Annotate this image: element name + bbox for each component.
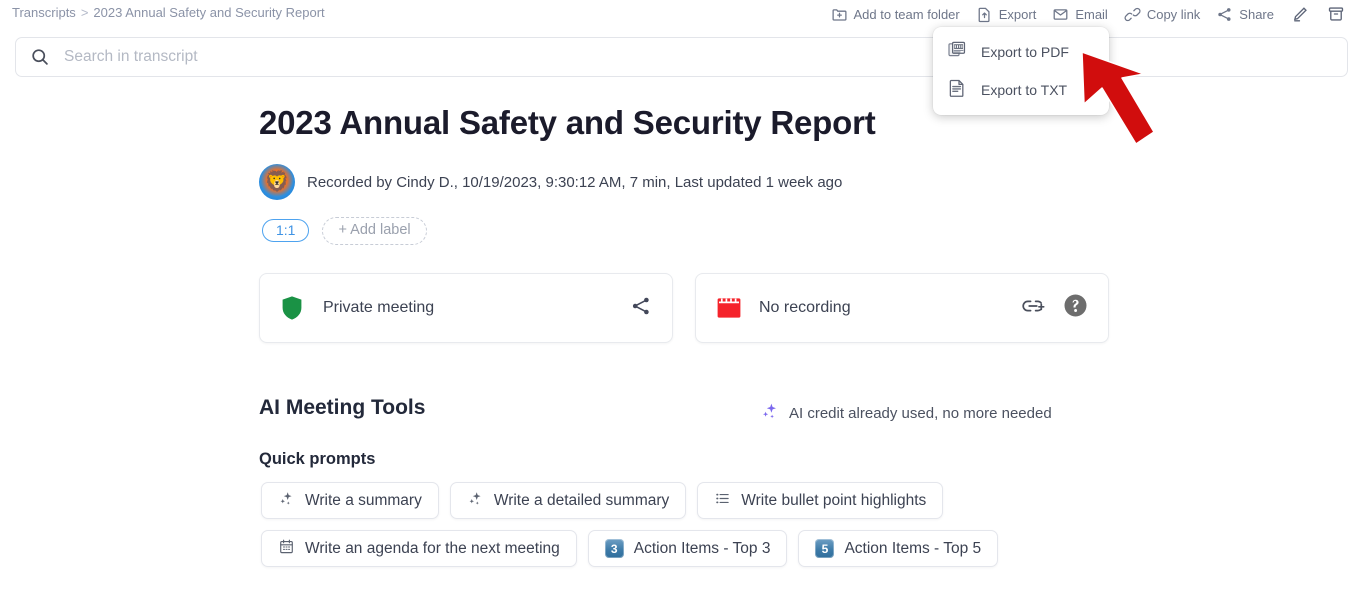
quick-prompts-list: Write a summary Write a detailed summary — [261, 482, 999, 578]
export-file-icon — [976, 6, 993, 23]
recording-meta-text: Recorded by Cindy D., 10/19/2023, 9:30:1… — [307, 173, 843, 191]
quick-prompt-label: Write a detailed summary — [493, 491, 670, 509]
add-to-team-folder-button[interactable]: Add to team folder — [823, 3, 968, 26]
breadcrumb-separator: > — [80, 5, 89, 20]
number-badge-icon: 3 — [604, 539, 624, 558]
add-to-team-folder-label: Add to team folder — [853, 6, 960, 22]
label-row: 1:1 + Add label — [262, 217, 427, 245]
share-nodes-icon — [1216, 6, 1233, 23]
export-label: Export — [998, 6, 1037, 22]
export-button[interactable]: Export — [968, 3, 1045, 26]
archive-button[interactable] — [1318, 2, 1354, 26]
quick-prompt-write-an-agenda[interactable]: Write an agenda for the next meeting — [261, 530, 577, 567]
quick-prompt-label: Action Items - Top 5 — [844, 539, 982, 557]
txt-file-icon — [947, 78, 967, 103]
private-meeting-label: Private meeting — [323, 299, 435, 316]
quick-prompt-write-bullet-point-highlights[interactable]: Write bullet point highlights — [697, 482, 944, 519]
add-label-button[interactable]: + Add label — [322, 217, 427, 245]
no-recording-card: No recording — [695, 273, 1109, 343]
edit-button[interactable] — [1282, 2, 1318, 26]
no-recording-label: No recording — [759, 299, 851, 316]
shield-icon — [280, 295, 308, 321]
pencil-icon — [1291, 5, 1309, 23]
pdf-file-icon — [947, 40, 967, 65]
document-toolbar: Add to team folder Export Email Copy lin… — [823, 2, 1355, 26]
ai-meeting-tools-heading: AI Meeting Tools — [259, 396, 426, 419]
sparkle-icon — [760, 401, 780, 425]
quick-prompts-row: Write an agenda for the next meeting 3 A… — [261, 530, 999, 567]
export-to-txt-label: Export to TXT — [981, 82, 1068, 98]
avatar-emoji: 🦁 — [264, 171, 290, 193]
top-bar: Transcripts >2023 Annual Safety and Secur… — [0, 0, 1364, 28]
ai-credit-note: AI credit already used, no more needed — [760, 401, 1052, 425]
quick-prompts-row: Write a summary Write a detailed summary — [261, 482, 998, 519]
avatar: 🦁 — [259, 164, 295, 200]
email-label: Email — [1075, 6, 1108, 22]
share-button[interactable]: Share — [1208, 3, 1282, 26]
sparkle-icon — [278, 490, 295, 512]
list-icon — [714, 490, 731, 512]
quick-prompt-write-a-detailed-summary[interactable]: Write a detailed summary — [449, 482, 687, 519]
no-recording-actions — [1021, 293, 1088, 323]
calendar-icon — [278, 538, 295, 560]
cursor-arrow-annotation — [1078, 48, 1188, 163]
export-to-pdf-label: Export to PDF — [981, 44, 1069, 60]
quick-prompt-label: Write an agenda for the next meeting — [305, 539, 560, 557]
sparkle-icon — [467, 490, 484, 512]
link-icon — [1124, 6, 1141, 23]
info-cards: Private meeting No recording — [259, 273, 1109, 343]
breadcrumb: Transcripts >2023 Annual Safety and Secur… — [12, 5, 325, 20]
help-circle-icon[interactable] — [1063, 293, 1088, 323]
breadcrumb-current: 2023 Annual Safety and Security Report — [93, 5, 325, 20]
quick-prompt-action-items-top-3[interactable]: 3 Action Items - Top 3 — [587, 530, 788, 567]
quick-prompt-write-a-summary[interactable]: Write a summary — [261, 482, 439, 519]
quick-prompt-label: Action Items - Top 3 — [633, 539, 771, 557]
share-icon[interactable] — [630, 295, 652, 322]
link-plus-icon[interactable] — [1021, 295, 1045, 322]
quick-prompt-label: Write a summary — [305, 491, 422, 509]
share-label: Share — [1239, 6, 1274, 22]
copy-link-button[interactable]: Copy link — [1116, 3, 1208, 26]
private-meeting-actions — [630, 295, 652, 322]
quick-prompts-heading: Quick prompts — [259, 450, 376, 468]
archive-icon — [1327, 5, 1345, 23]
copy-link-label: Copy link — [1146, 6, 1201, 22]
folder-add-icon — [831, 6, 848, 23]
ai-credit-text: AI credit already used, no more needed — [789, 404, 1052, 422]
quick-prompt-action-items-top-5[interactable]: 5 Action Items - Top 5 — [798, 530, 999, 567]
transcript-detail-page: Transcripts >2023 Annual Safety and Secur… — [0, 0, 1364, 613]
quick-prompt-label: Write bullet point highlights — [741, 491, 927, 509]
page-title: 2023 Annual Safety and Security Report — [259, 104, 876, 141]
email-button[interactable]: Email — [1044, 3, 1116, 26]
number-badge-icon: 5 — [815, 539, 835, 558]
breadcrumb-root[interactable]: Transcripts — [12, 5, 76, 20]
private-meeting-card: Private meeting — [259, 273, 673, 343]
search-icon — [30, 47, 50, 67]
meeting-type-badge[interactable]: 1:1 — [262, 219, 310, 243]
meta-row: 🦁 Recorded by Cindy D., 10/19/2023, 9:30… — [259, 164, 842, 200]
envelope-icon — [1052, 6, 1069, 23]
clapperboard-icon — [716, 296, 744, 320]
